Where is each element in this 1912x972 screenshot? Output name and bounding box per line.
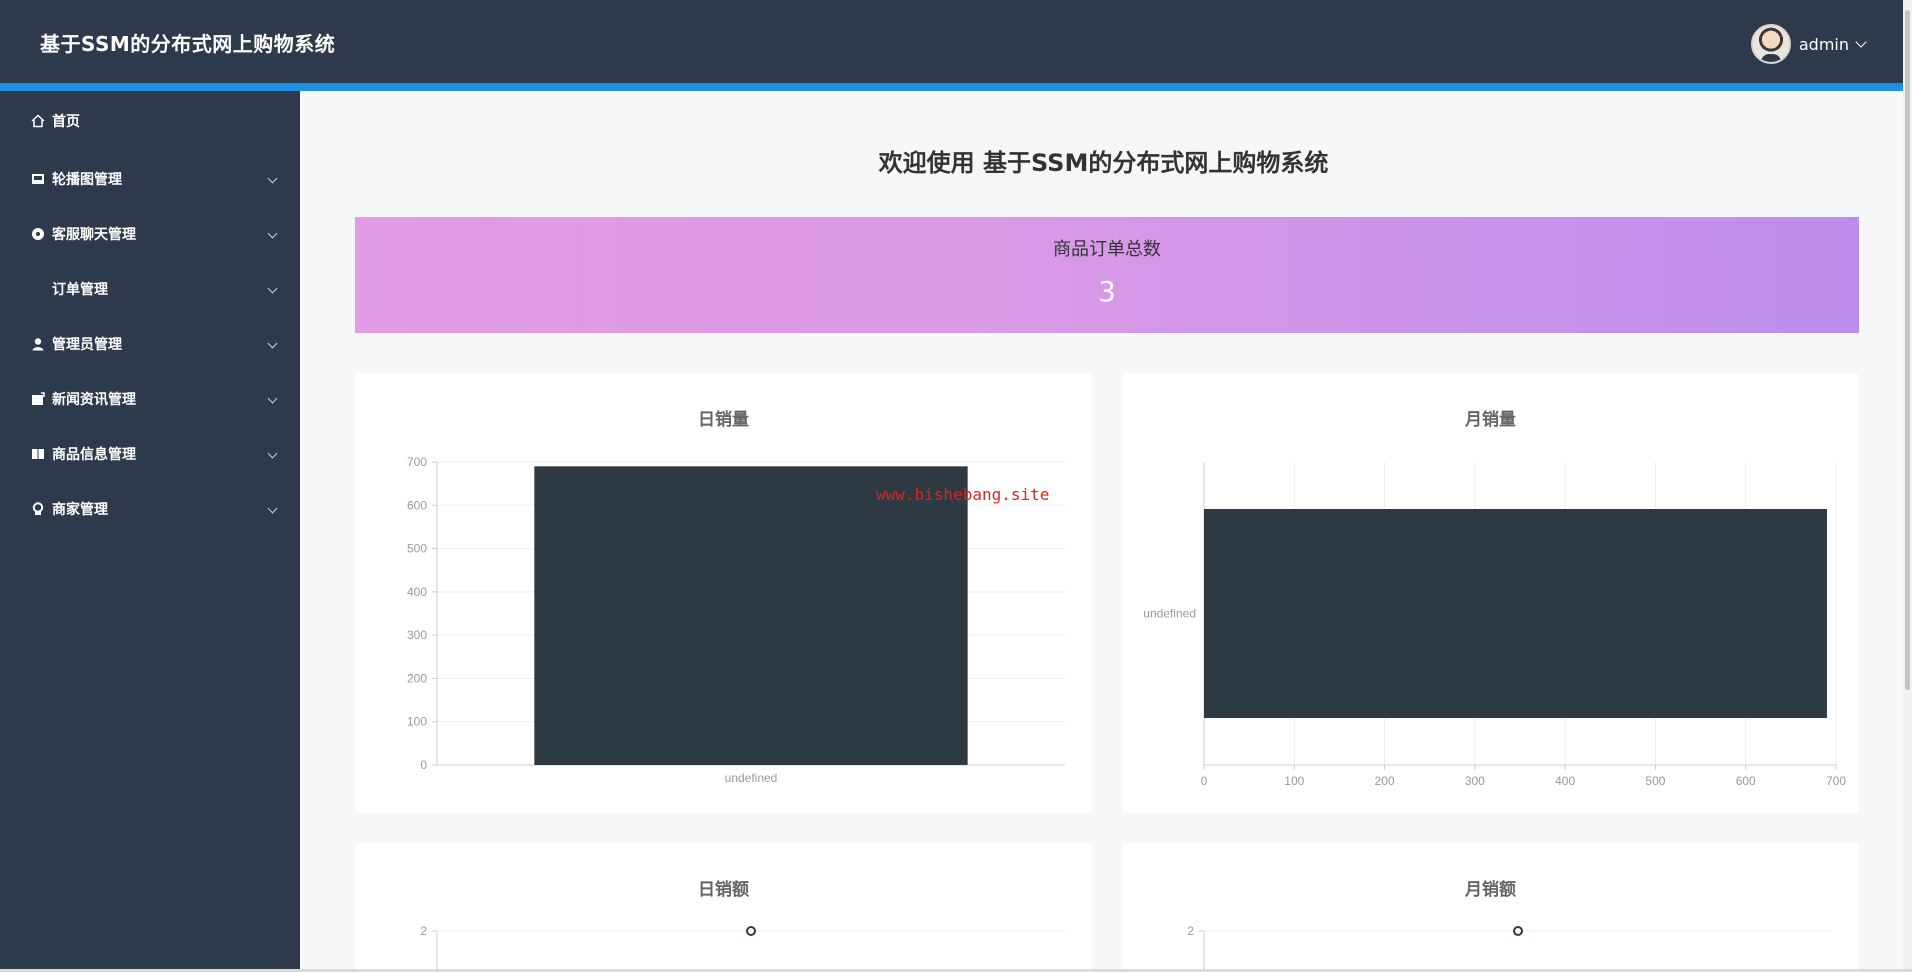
- chevron-down-icon[interactable]: [267, 283, 278, 294]
- y-tick-label: 0: [420, 758, 427, 772]
- sidebar-item-label: 商家管理: [52, 501, 108, 518]
- user-menu[interactable]: admin: [1750, 24, 1867, 64]
- y-tick-label: 100: [407, 715, 427, 729]
- sidebar-item-label: 商品信息管理: [52, 446, 136, 463]
- x-tick-label: 0: [1201, 774, 1208, 788]
- sidebar-item-label: 管理员管理: [52, 336, 122, 353]
- y-tick-label: 2: [420, 924, 427, 938]
- x-tick-label: 100: [1284, 774, 1304, 788]
- sidebar-item-products[interactable]: 商品信息管理: [0, 426, 300, 481]
- x-tick-label: 300: [1465, 774, 1485, 788]
- chart-canvas: 0 100 200 300 400 500 600 700 undefined: [1143, 462, 1846, 788]
- sidebar-item-chat[interactable]: 客服聊天管理: [0, 206, 300, 261]
- chevron-down-icon[interactable]: [267, 338, 278, 349]
- chart-canvas: 0 100 200 300 400 500 600 700 undefined: [407, 455, 1065, 785]
- sidebar-item-label: 轮播图管理: [52, 171, 122, 188]
- header-accent-bar: [0, 83, 1903, 91]
- y-tick-label: 500: [407, 542, 427, 556]
- user-icon: [30, 336, 46, 352]
- chevron-down-icon[interactable]: [267, 393, 278, 404]
- stat-label: 商品订单总数: [1053, 239, 1161, 260]
- chart-canvas: 2: [420, 924, 1065, 972]
- order-count-card: 商品订单总数 3: [355, 217, 1859, 333]
- y-tick-label: undefined: [1143, 607, 1196, 621]
- avatar[interactable]: [1750, 24, 1791, 64]
- store-icon: [30, 501, 46, 517]
- sidebar-item-carousel[interactable]: 轮播图管理: [0, 151, 300, 206]
- sidebar-item-label: 订单管理: [52, 281, 108, 298]
- y-tick-label: 2: [1187, 924, 1194, 938]
- chart-monthly-sales-volume: 月销量 0 100 200 300 400 500 600 700 undefined: [1122, 373, 1859, 813]
- x-tick-label: 500: [1645, 774, 1665, 788]
- sidebar-item-news[interactable]: 新闻资讯管理: [0, 371, 300, 426]
- vertical-scrollbar[interactable]: [1903, 0, 1912, 972]
- y-tick-label: 300: [407, 628, 427, 642]
- page-title: 欢迎使用 基于SSM的分布式网上购物系统: [878, 149, 1329, 177]
- line-point: [1513, 926, 1523, 936]
- main-content: 欢迎使用 基于SSM的分布式网上购物系统 商品订单总数 3 日销量 0 100 20…: [300, 91, 1903, 972]
- x-tick-label: 600: [1736, 774, 1756, 788]
- news-icon: [30, 391, 46, 407]
- home-icon: [30, 113, 46, 129]
- chat-icon: [30, 226, 46, 242]
- sidebar-item-label: 客服聊天管理: [52, 226, 136, 243]
- app-root: 基于SSM的分布式网上购物系统 admin 首页 轮播图管理 客服聊天管理 订单…: [0, 0, 1912, 972]
- y-tick-label: 600: [407, 498, 427, 512]
- chart-daily-sales-volume: 日销量 0 100 200 300 400 500 600 700 undefined: [355, 373, 1092, 813]
- y-tick-label: 400: [407, 585, 427, 599]
- image-icon: [30, 171, 46, 187]
- user-name[interactable]: admin: [1799, 35, 1849, 54]
- stat-value: 3: [1098, 275, 1116, 308]
- bar: [1204, 508, 1827, 719]
- chevron-down-icon[interactable]: [267, 228, 278, 239]
- app-title: 基于SSM的分布式网上购物系统: [40, 32, 336, 56]
- chevron-down-icon[interactable]: [267, 503, 278, 514]
- x-tick-label: 200: [1375, 774, 1395, 788]
- chart-monthly-sales-amount: 月销额 2: [1122, 843, 1859, 972]
- sidebar-item-merchants[interactable]: 商家管理: [0, 481, 300, 536]
- x-tick-label: 400: [1555, 774, 1575, 788]
- chart-canvas: 2: [1187, 924, 1832, 972]
- book-icon: [30, 446, 46, 462]
- top-header: 基于SSM的分布式网上购物系统 admin: [0, 0, 1903, 83]
- chevron-down-icon[interactable]: [267, 173, 278, 184]
- line-point: [746, 926, 756, 936]
- x-tick-label: 700: [1826, 774, 1846, 788]
- sidebar: 首页 轮播图管理 客服聊天管理 订单管理 管理员管理 新闻资讯管理 商品信息管理…: [0, 91, 300, 972]
- scrollbar-thumb[interactable]: [1905, 10, 1910, 690]
- sidebar-item-label: 首页: [52, 114, 80, 130]
- sidebar-item-home[interactable]: 首页: [0, 91, 300, 151]
- chevron-down-icon[interactable]: [267, 448, 278, 459]
- chevron-down-icon[interactable]: [1855, 36, 1867, 48]
- sidebar-item-orders[interactable]: 订单管理: [0, 261, 300, 316]
- bar: [534, 466, 968, 765]
- x-tick-label: undefined: [725, 771, 778, 785]
- orders-icon: [30, 281, 46, 297]
- watermark: www.bishebang.site: [876, 485, 1050, 504]
- sidebar-item-admins[interactable]: 管理员管理: [0, 316, 300, 371]
- y-tick-label: 200: [407, 671, 427, 685]
- chart-daily-sales-amount: 日销额 2: [355, 843, 1092, 972]
- y-tick-label: 700: [407, 455, 427, 469]
- sidebar-item-label: 新闻资讯管理: [52, 391, 136, 408]
